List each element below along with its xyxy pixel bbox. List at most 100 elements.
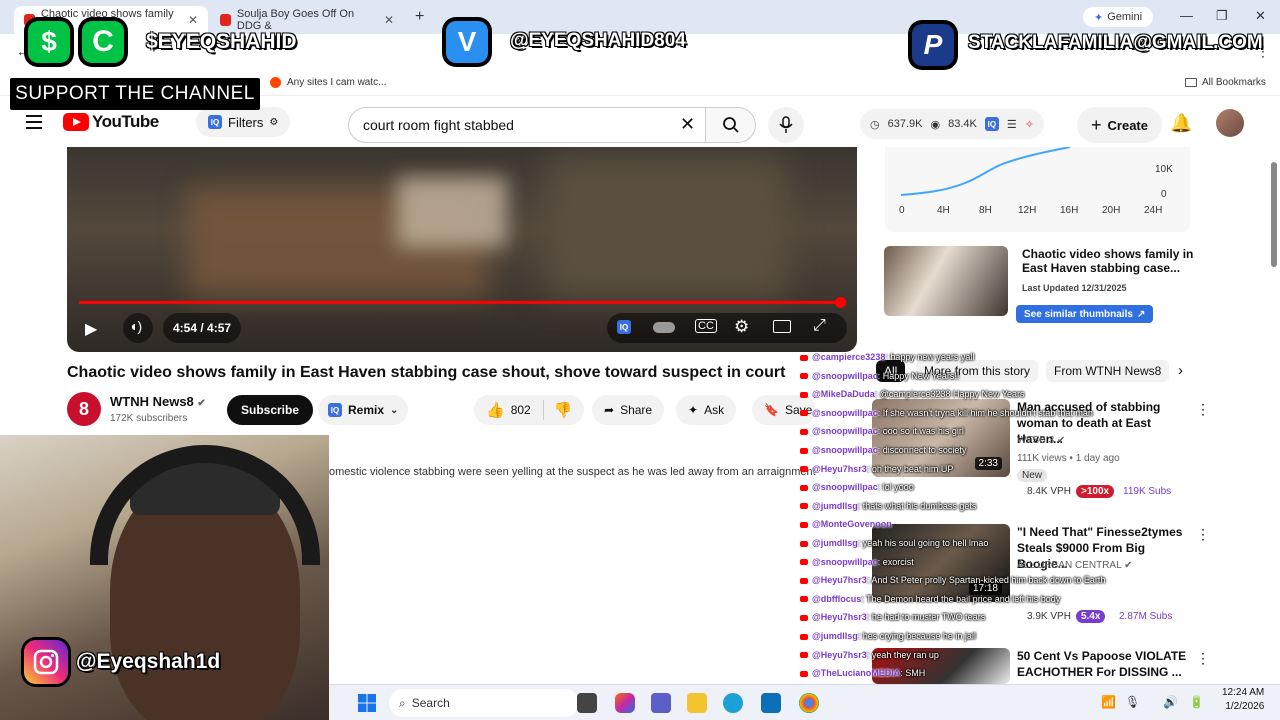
similar-thumbnails-label: See similar thumbnails (1024, 308, 1133, 320)
sliders-icon: ⚙ (269, 116, 279, 128)
share-button[interactable]: ➦ Share (592, 395, 665, 425)
store-icon[interactable] (761, 693, 781, 713)
taskbar-search[interactable]: ⌕ Search (389, 689, 579, 717)
x-tick: 12H (1018, 205, 1037, 216)
windows-start-icon[interactable] (357, 693, 377, 713)
cashapp-logo-icon: $ (28, 21, 70, 63)
copilot-icon[interactable] (615, 693, 635, 713)
iq-icon[interactable]: IQ (617, 320, 631, 334)
close-tab-icon[interactable]: ✕ (384, 13, 394, 27)
chat-message: @MonteGovenoon (800, 519, 892, 529)
scrubber-handle[interactable] (835, 297, 846, 308)
all-bookmarks-label: All Bookmarks (1202, 77, 1266, 88)
support-banner: SUPPORT THE CHANNEL (10, 78, 260, 110)
iq-icon: IQ (208, 115, 222, 129)
wifi-icon[interactable]: 📶 (1101, 695, 1116, 709)
more-options-icon[interactable]: ⋮ (1196, 526, 1210, 543)
channel-avatar[interactable]: 8 (67, 392, 101, 426)
thumbs-down-icon[interactable]: 👎 (554, 401, 573, 419)
gemini-label: Gemini (1107, 11, 1143, 23)
close-tab-icon[interactable]: ✕ (188, 13, 198, 27)
chat-username: @snoopwillpac (812, 426, 878, 437)
suggestion-thumbnail[interactable] (884, 246, 1008, 316)
youtube-chat-icon (800, 577, 808, 584)
video-description[interactable]: omestic violence stabbing were seen yell… (329, 466, 816, 478)
system-clock[interactable]: 12:24 AM 1/2/2026 (1222, 686, 1264, 714)
suggestion-title[interactable]: Chaotic video shows family in East Haven… (1022, 247, 1198, 275)
channel-stats[interactable]: ◷ 637.9K ◉ 83.4K IQ ☰ ✧ (860, 109, 1044, 139)
chat-username: @snoopwillpac (812, 407, 878, 418)
bookmark-icon: 🔖 (764, 403, 779, 417)
settings-gear-icon[interactable]: ⚙ (734, 317, 749, 337)
venmo-logo-icon: V (446, 21, 488, 63)
youtube-logo[interactable]: YouTube (63, 112, 159, 132)
clear-search-icon[interactable]: ✕ (680, 114, 695, 135)
gemini-icon: ✦ (1093, 11, 1104, 24)
eye-icon: ◉ (930, 118, 941, 131)
chat-text: : happy new years yall (885, 352, 975, 362)
chat-text: : SMH (900, 668, 926, 679)
volume-icon[interactable]: 🔊 (1163, 695, 1178, 709)
bookmark-label: Any sites I cam watc... (287, 77, 387, 88)
chat-message: @snoopwillpac: exorcist (800, 557, 914, 567)
ask-button[interactable]: ✦ Ask (676, 395, 737, 425)
notifications-bell-icon[interactable]: 🔔 (1170, 113, 1192, 134)
page-scrollbar[interactable] (1268, 100, 1280, 684)
search-input[interactable]: court room fight stabbed (348, 107, 706, 143)
theater-mode-icon[interactable] (773, 320, 791, 333)
instagram-overlay: @Eyeqshah1d (24, 640, 221, 684)
chat-username: @MikeDaDuda (812, 389, 875, 400)
chat-message: @MikeDaDuda: @campierce3238 Happy New Ye… (800, 389, 1025, 399)
clock-date: 1/2/2026 (1225, 701, 1265, 712)
video-player[interactable]: ▶ ◖) 4:54 / 4:57 IQ CC ⚙ ⤢ (67, 147, 857, 352)
progress-bar[interactable] (79, 301, 838, 304)
volume-button[interactable]: ◖) (123, 313, 153, 343)
task-view-icon[interactable] (577, 693, 597, 713)
chat-text: : disconnect to society (877, 445, 967, 455)
chat-message: @campierce3238: happy new years yall (800, 352, 974, 362)
autoplay-toggle[interactable] (653, 322, 675, 333)
similar-thumbnails-button[interactable]: See similar thumbnails ↗ (1016, 305, 1154, 323)
edge-icon[interactable] (723, 693, 743, 713)
restore-icon[interactable]: ❐ (1216, 8, 1228, 24)
chrome-icon[interactable] (799, 693, 819, 713)
instagram-handle: @Eyeqshah1d (76, 650, 221, 673)
subscribe-button[interactable]: Subscribe (227, 395, 314, 425)
chat-text: : hes crying because he in jail (857, 631, 976, 641)
more-options-icon[interactable]: ⋮ (1196, 401, 1210, 418)
scrollbar-thumb[interactable] (1271, 162, 1277, 267)
chevron-right-icon[interactable]: › (1178, 362, 1183, 379)
time-display: 4:54 / 4:57 (163, 313, 241, 343)
filters-button[interactable]: IQ Filters ⚙ (196, 107, 291, 137)
battery-icon[interactable]: 🔋 (1189, 695, 1204, 709)
create-button[interactable]: + Create (1077, 107, 1162, 143)
stats-views: 83.4K (948, 118, 977, 130)
views-graph: 10K 0 0 4H 8H 12H 16H 20H 24H (885, 147, 1190, 232)
microphone-icon[interactable]: 🎙 (1125, 695, 1140, 709)
all-bookmarks[interactable]: All Bookmarks (1185, 77, 1266, 88)
avatar[interactable] (1216, 109, 1244, 137)
external-link-icon: ↗ (1136, 308, 1146, 320)
chat-message: @snoopwillpac: lol yooo (800, 482, 914, 492)
chat-message: @Heyu7hsr3: oh they beat him UP (800, 464, 953, 474)
voice-search-button[interactable] (768, 107, 804, 143)
new-tab-icon[interactable]: + (415, 8, 424, 26)
search-button[interactable] (706, 107, 756, 143)
bookmark-item[interactable]: Any sites I cam watc... (270, 77, 386, 88)
channel-name[interactable]: WTNH News8 ✔ (110, 394, 206, 409)
more-options-icon[interactable]: ⋮ (1196, 650, 1210, 667)
like-button[interactable]: 👍 802 👎 (474, 395, 585, 425)
captions-icon[interactable]: CC (695, 319, 717, 333)
minimize-icon[interactable]: — (1180, 8, 1193, 23)
chat-text: : The Demon heard the bail price and lef… (861, 593, 1061, 604)
window-close-icon[interactable]: ✕ (1255, 8, 1266, 24)
gemini-button[interactable]: ✦ Gemini (1083, 7, 1153, 27)
teams-icon[interactable] (651, 693, 671, 713)
filters-label: Filters (228, 114, 264, 130)
play-icon[interactable]: ▶ (85, 319, 97, 339)
hamburger-menu-icon[interactable] (26, 115, 42, 129)
fullscreen-icon[interactable]: ⤢ (813, 317, 826, 335)
list-icon: ☰ (1006, 118, 1017, 131)
file-explorer-icon[interactable] (687, 693, 707, 713)
remix-button[interactable]: IQ Remix ⌄ (318, 395, 409, 425)
